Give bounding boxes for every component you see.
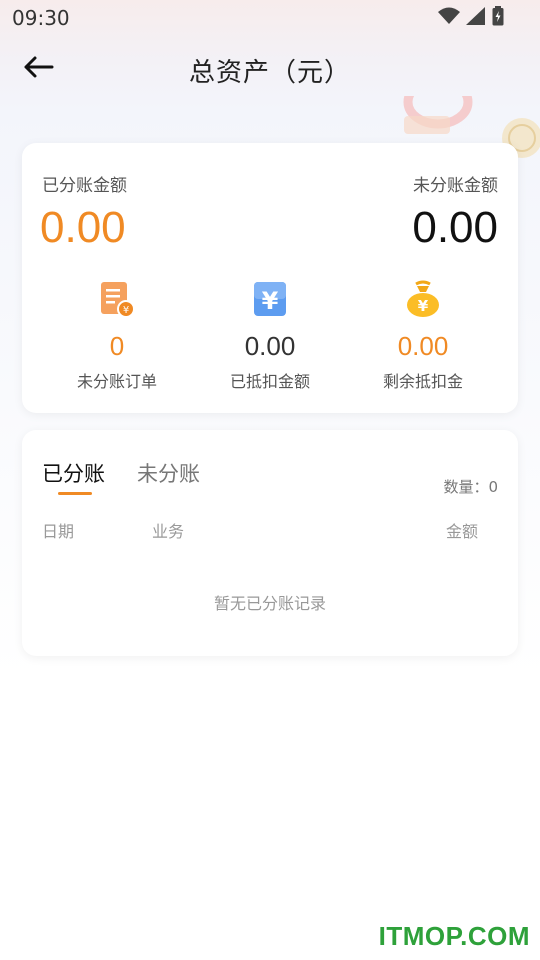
- battery-icon: [492, 6, 504, 30]
- remaining-deduction-value: 0.00: [397, 331, 449, 361]
- unsettled-orders-label: 未分账订单: [76, 372, 157, 391]
- order-receipt-icon: ¥: [42, 279, 192, 319]
- svg-text:¥: ¥: [418, 297, 429, 315]
- assets-summary-card: 已分账金额 未分账金额 0.00 0.00 ¥ 0 未分账订单 ¥ 0.00 已: [22, 143, 518, 413]
- yuan-card-icon: ¥: [195, 279, 345, 319]
- records-card: 已分账 未分账 数量：0 日期 业务 金额 暂无已分账记录: [22, 430, 518, 656]
- unsettled-amount-label: 未分账金额: [413, 176, 498, 196]
- nav-header: 总资产（元）: [0, 44, 540, 96]
- deducted-amount-value: 0.00: [244, 331, 296, 361]
- empty-state-text: 暂无已分账记录: [213, 594, 326, 613]
- column-header-business: 业务: [152, 522, 185, 541]
- money-bag-icon: ¥: [348, 279, 498, 319]
- svg-text:¥: ¥: [262, 287, 279, 315]
- deducted-amount-label: 已抵扣金额: [229, 372, 310, 391]
- record-count-label: 数量：: [443, 478, 489, 496]
- wifi-icon: [438, 7, 460, 29]
- status-time: 09:30: [12, 6, 70, 30]
- page-title: 总资产（元）: [188, 58, 351, 88]
- unsettled-orders-value: 0: [109, 331, 125, 361]
- tab-settled[interactable]: 已分账: [42, 458, 105, 488]
- status-icons: [438, 6, 504, 30]
- settled-amount-value: 0.00: [40, 203, 126, 252]
- column-header-amount: 金额: [445, 522, 478, 541]
- remaining-deduction-label: 剩余抵扣金: [382, 372, 463, 391]
- record-count-value: 0: [488, 478, 498, 496]
- record-count: 数量：0: [443, 476, 498, 497]
- stat-unsettled-orders[interactable]: ¥ 0 未分账订单: [42, 279, 192, 392]
- svg-text:¥: ¥: [123, 305, 129, 316]
- unsettled-amount-value: 0.00: [412, 203, 498, 252]
- active-tab-indicator: [58, 492, 92, 495]
- tab-unsettled[interactable]: 未分账: [137, 458, 200, 488]
- stat-deducted-amount[interactable]: ¥ 0.00 已抵扣金额: [195, 279, 345, 392]
- settled-amount-label: 已分账金额: [42, 176, 127, 196]
- stat-remaining-deduction[interactable]: ¥ 0.00 剩余抵扣金: [348, 279, 498, 392]
- status-bar: 09:30: [0, 0, 540, 34]
- column-header-date: 日期: [42, 522, 75, 541]
- watermark: ITMOP.COM: [378, 921, 530, 951]
- cell-signal-icon: [466, 7, 486, 29]
